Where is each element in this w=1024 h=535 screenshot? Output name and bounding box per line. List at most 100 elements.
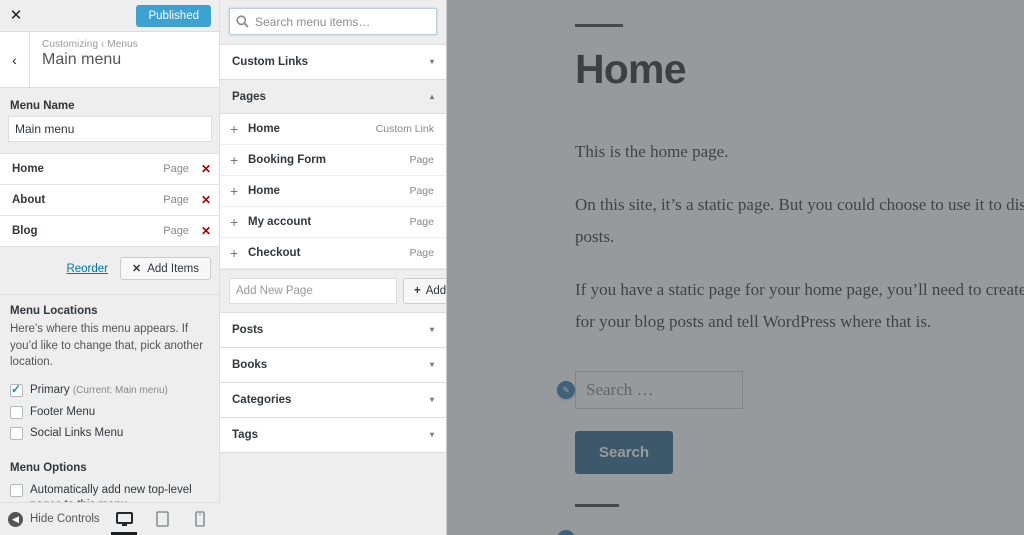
location-option-primary[interactable]: Primary (Current: Main menu) [0, 377, 219, 399]
available-item-type: Page [409, 216, 434, 228]
available-item[interactable]: + Checkout Page [220, 238, 446, 269]
add-new-page-row: + Add [220, 269, 446, 312]
available-item-type: Page [409, 154, 434, 166]
plus-icon: + [230, 121, 239, 137]
customizer-sidebar: ✕ Published ‹ Customizing ‹ Menus Main m… [0, 0, 220, 535]
search-section [220, 0, 446, 44]
edit-pencil-icon[interactable]: ✎ [557, 530, 575, 535]
available-item-label: Home [248, 123, 280, 135]
hide-controls-button[interactable]: ◀ Hide Controls [8, 511, 100, 527]
remove-icon[interactable]: ✕ [201, 194, 211, 206]
sidebar-topbar: ✕ Published [0, 0, 219, 32]
preview-search-input[interactable] [575, 371, 743, 410]
section-header-tags[interactable]: Tags ▾ [220, 418, 446, 452]
checkbox-icon[interactable] [10, 405, 23, 419]
option-auto-add-pages[interactable]: Automatically add new top-level pages to… [0, 474, 219, 502]
checkbox-icon[interactable] [10, 382, 23, 398]
location-label: Footer Menu [30, 405, 96, 418]
available-item-type: Page [409, 247, 434, 259]
menu-actions: Reorder ✕ Add Items [0, 247, 219, 280]
location-option-footer[interactable]: Footer Menu [0, 399, 219, 421]
section-custom-links: Custom Links ▾ [220, 44, 446, 79]
section-books: Books ▾ [220, 347, 446, 382]
plus-cross-icon: ✕ [132, 263, 142, 275]
section-pages: Pages ▴ + Home Custom Link + Booking For… [220, 79, 446, 312]
preview-content: Home This is the home page. On this site… [447, 0, 1024, 535]
add-button-label: Add [425, 285, 447, 297]
location-label: Social Links Menu [30, 427, 124, 440]
sidebar-footer: ◀ Hide Controls [0, 502, 220, 535]
tablet-preview-icon[interactable] [152, 503, 172, 535]
menu-item-label: Home [12, 163, 44, 175]
location-name: Primary [30, 384, 70, 397]
available-item-label: Checkout [248, 247, 301, 259]
page-title: Main menu [42, 51, 122, 68]
available-item[interactable]: + Booking Form Page [220, 145, 446, 176]
preview-paragraph: If you have a static page for your home … [575, 280, 1024, 331]
chevron-down-icon: ▾ [429, 360, 434, 369]
available-item[interactable]: + My account Page [220, 207, 446, 238]
preview-page-title: Home [575, 46, 687, 92]
menu-locations-description: Here’s where this menu appears. If you’d… [10, 323, 204, 369]
menu-locations-title: Menu Locations [10, 305, 98, 317]
section-header-pages[interactable]: Pages ▴ [220, 80, 446, 114]
remove-icon[interactable]: ✕ [201, 225, 211, 237]
available-item[interactable]: + Home Custom Link [220, 114, 446, 145]
checkbox-icon[interactable] [10, 483, 23, 497]
new-page-input[interactable] [229, 278, 397, 304]
search-widget: ✎ Search [557, 371, 1024, 475]
breadcrumb: Customizing ‹ Menus [42, 39, 138, 50]
remove-icon[interactable]: ✕ [201, 163, 211, 175]
section-categories: Categories ▾ [220, 382, 446, 417]
plus-icon: + [230, 245, 239, 261]
search-box[interactable] [229, 8, 437, 35]
sidebar-body: Menu Name Home Page ✕ About Page ✕ Blog … [0, 88, 219, 502]
menu-item-row[interactable]: About Page ✕ [0, 185, 219, 216]
menu-item-row[interactable]: Blog Page ✕ [0, 216, 219, 247]
add-page-button[interactable]: + Add [403, 278, 447, 304]
collapse-arrow-icon: ◀ [8, 511, 23, 527]
menu-item-label: About [12, 194, 46, 206]
preview-search-button[interactable]: Search [575, 431, 674, 475]
site-preview: Home This is the home page. On this site… [447, 0, 1024, 535]
plus-icon: + [230, 214, 239, 230]
search-icon [236, 15, 249, 28]
available-item-type: Page [409, 185, 434, 197]
menu-item-type: Page [163, 225, 189, 237]
next-widget: ✎ [557, 504, 1024, 535]
section-header-categories[interactable]: Categories ▾ [220, 383, 446, 417]
menu-options-title: Menu Options [10, 461, 87, 474]
customizer-app: ✕ Published ‹ Customizing ‹ Menus Main m… [0, 0, 1024, 535]
available-item[interactable]: + Home Page [220, 176, 446, 207]
add-items-button[interactable]: ✕ Add Items [120, 257, 211, 280]
edit-pencil-icon[interactable]: ✎ [557, 381, 575, 400]
close-icon[interactable]: ✕ [0, 0, 32, 32]
section-label: Tags [232, 429, 258, 441]
menu-item-row[interactable]: Home Page ✕ [0, 154, 219, 185]
chevron-down-icon: ▾ [429, 395, 434, 404]
mobile-preview-icon[interactable] [190, 503, 210, 535]
location-option-social[interactable]: Social Links Menu [0, 420, 219, 442]
desktop-preview-icon[interactable] [111, 503, 137, 535]
plus-icon: + [230, 152, 239, 168]
section-label: Custom Links [232, 56, 309, 68]
reorder-link[interactable]: Reorder [66, 263, 108, 275]
available-item-label: My account [248, 216, 312, 228]
section-header-custom-links[interactable]: Custom Links ▾ [220, 45, 446, 79]
section-label: Categories [232, 394, 292, 406]
back-chevron-icon[interactable]: ‹ [0, 32, 30, 87]
menu-name-label: Menu Name [10, 100, 75, 112]
search-input[interactable] [255, 14, 430, 29]
menu-item-label: Blog [12, 225, 38, 237]
title-rule [575, 24, 623, 27]
section-header-posts[interactable]: Posts ▾ [220, 313, 446, 347]
preview-paragraph: On this site, it’s a static page. But yo… [575, 195, 1024, 246]
menu-items-list: Home Page ✕ About Page ✕ Blog Page ✕ [0, 153, 219, 247]
available-items-list: + Home Custom Link + Booking Form Page +… [220, 114, 446, 269]
checkbox-icon[interactable] [10, 427, 23, 441]
widget-rule [575, 504, 619, 508]
menu-name-input[interactable] [8, 116, 212, 142]
section-label: Books [232, 359, 268, 371]
section-header-books[interactable]: Books ▾ [220, 348, 446, 382]
published-button[interactable]: Published [136, 4, 211, 27]
